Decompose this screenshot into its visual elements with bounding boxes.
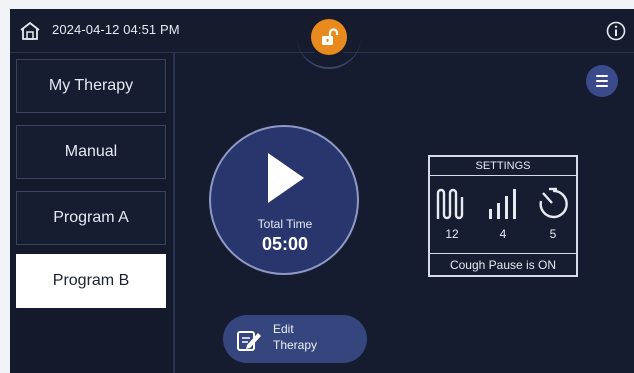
home-icon[interactable] [19,21,41,41]
cough-pause-status: Cough Pause is ON [430,253,576,276]
timer-value: 5 [549,227,557,241]
sidebar-item-label: Program B [52,272,130,289]
sidebar-item-manual[interactable]: Manual [16,125,166,179]
sidebar-item-my-therapy[interactable]: My Therapy [16,59,166,113]
status-bar: 2024-04-12 04:51 PM [10,9,634,69]
info-icon[interactable] [606,21,626,41]
settings-title: SETTINGS [430,157,576,176]
intensity-value: 4 [499,227,507,241]
therapy-device-screen: 2024-04-12 04:51 PM My Therapy Manual Pr… [10,9,634,373]
play-button[interactable]: Total Time 05:00 [199,125,371,275]
edit-label-line1: Edit [273,322,294,336]
signal-bars-icon [489,189,516,219]
edit-therapy-button[interactable]: Edit Therapy [223,315,367,363]
unlock-icon [322,28,339,45]
program-sidebar: My Therapy Manual Program A Program B [10,53,175,373]
edit-therapy-label: Edit Therapy [273,321,353,353]
oscillation-value: 12 [445,227,459,241]
total-time-value: 05:00 [261,234,309,254]
timer-icon [539,187,568,219]
sidebar-item-program-b[interactable]: Program B [16,254,166,308]
oscillation-wave-icon [436,188,464,220]
sidebar-item-label: Program A [53,209,129,226]
sidebar-item-label: Manual [64,143,118,160]
unlock-button[interactable] [311,19,347,55]
play-icon [268,153,304,203]
sidebar-item-label: My Therapy [48,77,134,94]
settings-panel[interactable]: SETTINGS 12 4 5 Cough Pause is ON [428,155,578,277]
edit-icon [237,331,261,351]
total-time-label: Total Time [257,217,313,231]
sidebar-item-program-a[interactable]: Program A [16,191,166,245]
hamburger-menu-icon[interactable] [586,65,618,97]
main-panel: Total Time 05:00 SETTINGS 12 4 5 Cough P… [175,53,634,373]
edit-label-line2: Therapy [273,338,318,352]
date-time: 2024-04-12 04:51 PM [52,22,180,37]
